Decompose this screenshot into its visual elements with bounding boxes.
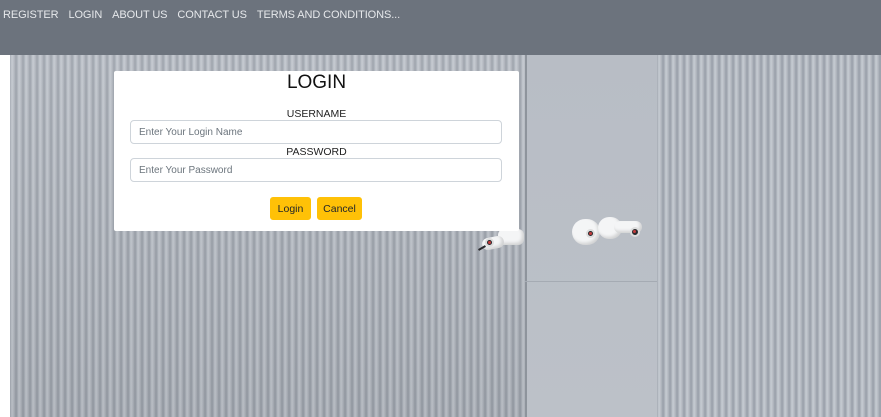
username-label: USERNAME xyxy=(286,108,347,120)
nav-link-login[interactable]: LOGIN xyxy=(68,9,102,21)
nav-links: REGISTER LOGIN ABOUT US CONTACT US TERMS… xyxy=(3,9,400,21)
corrugated-wall-right xyxy=(657,55,881,417)
nav-link-register[interactable]: REGISTER xyxy=(3,9,59,21)
security-camera-icon xyxy=(568,213,650,251)
top-navbar: REGISTER LOGIN ABOUT US CONTACT US TERMS… xyxy=(0,0,881,55)
login-title: LOGIN xyxy=(286,72,347,93)
password-label: PASSWORD xyxy=(286,146,347,158)
nav-link-contact-us[interactable]: CONTACT US xyxy=(177,9,247,21)
nav-link-about-us[interactable]: ABOUT US xyxy=(112,9,167,21)
username-input[interactable] xyxy=(130,120,502,144)
login-button[interactable]: Login xyxy=(270,197,311,220)
password-input[interactable] xyxy=(130,158,502,182)
login-card: LOGIN USERNAME PASSWORD Login Cancel xyxy=(114,71,519,231)
cancel-button[interactable]: Cancel xyxy=(317,197,362,220)
nav-link-terms-and-conditions[interactable]: TERMS AND CONDITIONS... xyxy=(257,9,400,21)
wall-seam xyxy=(525,281,657,282)
